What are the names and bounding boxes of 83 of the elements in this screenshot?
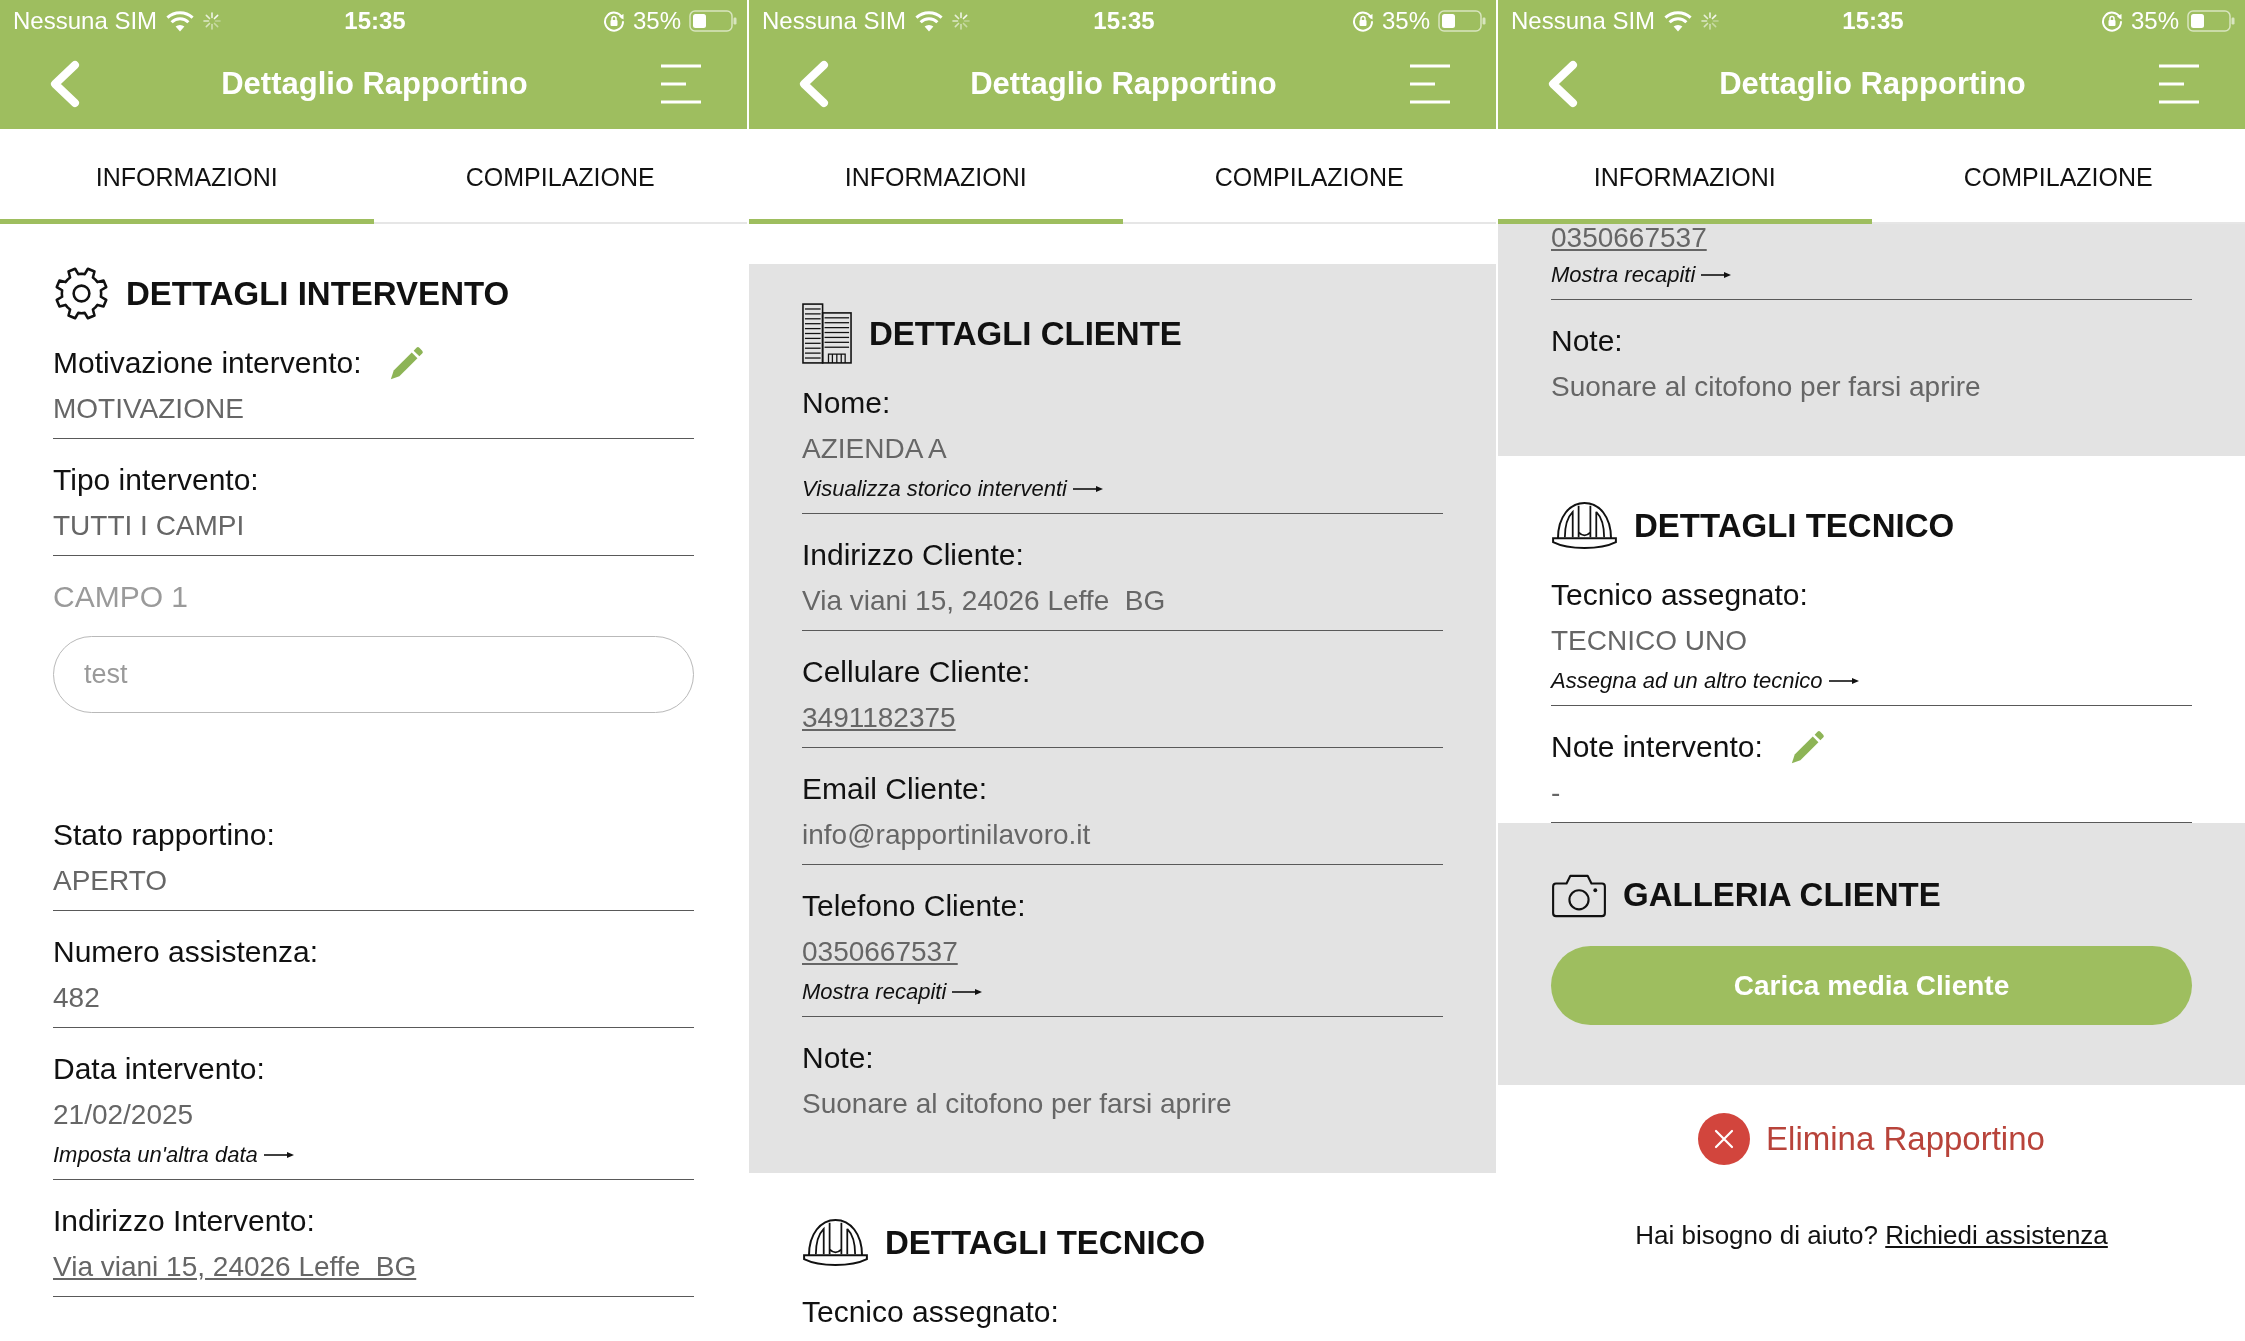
section-title: DETTAGLI TECNICO xyxy=(885,1223,1206,1262)
field-label: Nome: xyxy=(802,385,891,421)
field-value: TECNICO UNO xyxy=(1551,624,1747,658)
field-label: Motivazione intervento: xyxy=(53,345,362,381)
field-label: Tecnico assegnato: xyxy=(802,1294,1059,1330)
battery-percent: 35% xyxy=(1381,7,1430,35)
close-circle-icon xyxy=(1698,1113,1751,1165)
rotation-lock-icon xyxy=(1351,10,1374,32)
screen-title: Dettaglio Rapportino xyxy=(1719,64,2026,103)
battery-icon xyxy=(689,10,737,32)
hard-hat-icon xyxy=(1551,499,1618,552)
wifi-icon xyxy=(915,10,944,32)
wifi-icon xyxy=(166,10,195,32)
rotation-lock-icon xyxy=(2100,10,2123,32)
screen-title: Dettaglio Rapportino xyxy=(221,64,528,103)
arrow-icon xyxy=(1828,676,1859,686)
action-link[interactable]: Mostra recapiti xyxy=(802,977,983,1007)
arrow-icon xyxy=(1701,270,1732,280)
action-link[interactable]: Assegna ad un altro tecnico xyxy=(1551,666,1859,696)
screen-title: Dettaglio Rapportino xyxy=(970,64,1277,103)
field-value: APERTO xyxy=(53,864,168,898)
battery-icon xyxy=(2187,10,2235,32)
delete-button[interactable]: Elimina Rapportino xyxy=(1698,1113,2045,1165)
menu-icon[interactable] xyxy=(1409,62,1451,105)
arrow-icon xyxy=(1072,484,1103,494)
field-value: MOTIVAZIONE xyxy=(53,392,244,426)
field-label: Numero assistenza: xyxy=(53,934,319,970)
rotation-lock-icon xyxy=(602,10,625,32)
status-time: 15:35 xyxy=(1093,7,1155,35)
carrier-name: Nessuna SIM xyxy=(1511,7,1656,35)
status-time: 15:35 xyxy=(344,7,406,35)
building-icon xyxy=(802,303,853,364)
field-label: Telefono Cliente: xyxy=(802,888,1026,924)
field-label: Stato rapportino: xyxy=(53,817,275,853)
menu-icon[interactable] xyxy=(660,62,702,105)
value-link[interactable]: Via viani 15, 24026 Leffe BG xyxy=(53,1250,417,1284)
section-title: DETTAGLI INTERVENTO xyxy=(126,274,510,313)
wifi-icon xyxy=(1664,10,1693,32)
field-label: Note intervento: xyxy=(1551,729,1763,765)
carrier-name: Nessuna SIM xyxy=(762,7,907,35)
field-value: - xyxy=(1551,776,1561,810)
status-time: 15:35 xyxy=(1842,7,1904,35)
field-label: Email Cliente: xyxy=(802,771,988,807)
value-link[interactable]: 0350667537 xyxy=(1551,224,1707,252)
action-link[interactable]: Visualizza storico interventi xyxy=(802,474,1103,504)
field-label: Cellulare Cliente: xyxy=(802,654,1031,690)
field-label: CAMPO 1 xyxy=(53,579,189,615)
field-value: Suonare al citofono per farsi aprire xyxy=(1551,370,1981,404)
field-label: Note: xyxy=(1551,323,1623,359)
battery-percent: 35% xyxy=(632,7,681,35)
field-value: 21/02/2025 xyxy=(53,1098,194,1132)
field-label: Data intervento: xyxy=(53,1051,265,1087)
menu-icon[interactable] xyxy=(2158,62,2200,105)
field-label: Indirizzo Cliente: xyxy=(802,537,1024,573)
field-value: info@rapportinilavoro.it xyxy=(802,818,1091,852)
battery-percent: 35% xyxy=(2130,7,2179,35)
field-value: AZIENDA A xyxy=(802,432,947,466)
field-label: Tecnico assegnato: xyxy=(1551,577,1808,613)
field-value: 482 xyxy=(53,981,100,1015)
field-value: Suonare al citofono per farsi aprire xyxy=(802,1087,1232,1121)
field-label: Tipo intervento: xyxy=(53,462,259,498)
arrow-icon xyxy=(263,1150,294,1160)
spinner-icon xyxy=(952,12,971,30)
hard-hat-icon xyxy=(802,1216,869,1269)
value-link[interactable]: 3491182375 xyxy=(802,701,956,735)
section-title: DETTAGLI TECNICO xyxy=(1634,506,1955,545)
spinner-icon xyxy=(1701,12,1720,30)
support-link[interactable]: Richiedi assistenza xyxy=(1885,1220,2108,1250)
spinner-icon xyxy=(203,12,222,30)
field-label: Note: xyxy=(802,1040,874,1076)
action-link[interactable]: Imposta un'altra data xyxy=(53,1140,294,1170)
field-label: Indirizzo Intervento: xyxy=(53,1203,315,1239)
section-title: DETTAGLI CLIENTE xyxy=(869,314,1182,353)
gear-icon xyxy=(53,265,110,322)
field-value: TUTTI I CAMPI xyxy=(53,509,245,543)
value-link[interactable]: 0350667537 xyxy=(802,935,958,969)
field-value: Via viani 15, 24026 Leffe BG xyxy=(802,584,1166,618)
battery-icon xyxy=(1438,10,1486,32)
help-text: Hai bisogno di aiuto? Richiedi assistenza xyxy=(1635,1219,2108,1251)
arrow-icon xyxy=(952,987,983,997)
section-title: GALLERIA CLIENTE xyxy=(1623,875,1941,914)
carrier-name: Nessuna SIM xyxy=(13,7,158,35)
action-link[interactable]: Mostra recapiti xyxy=(1551,260,1732,290)
